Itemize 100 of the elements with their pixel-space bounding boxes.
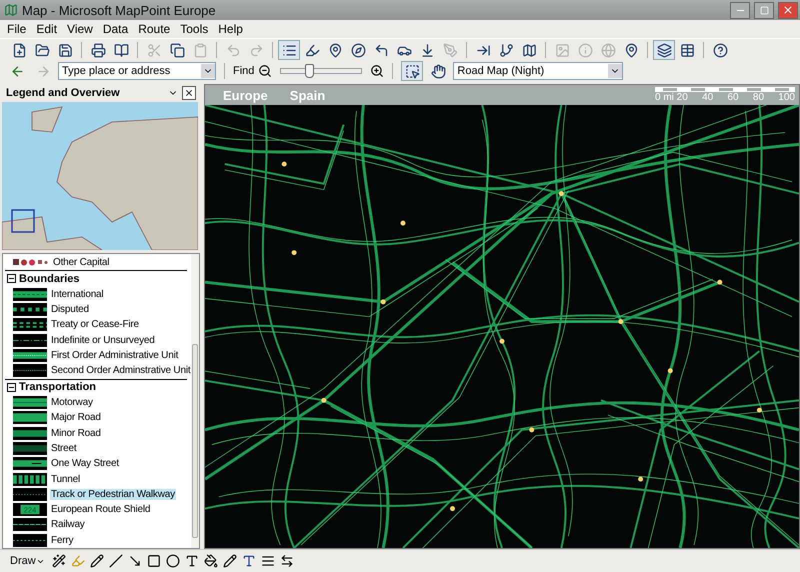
zoom-in-icon[interactable] (370, 64, 384, 78)
legend-item[interactable]: Street (50, 442, 78, 454)
fill-color-icon[interactable] (204, 554, 218, 568)
zoom-out-icon[interactable] (258, 64, 272, 78)
menu-item[interactable]: File (2, 22, 32, 36)
legend-item[interactable]: Minor Road (50, 428, 102, 439)
legend-item[interactable]: Track or Pedestrian Walkway (50, 488, 176, 500)
legend-item[interactable]: International (50, 288, 104, 300)
capital-symbols-icon (13, 258, 49, 268)
hand-icon (430, 64, 446, 78)
rectangle-icon[interactable] (146, 554, 161, 568)
legend-item[interactable]: Ferry (50, 534, 74, 546)
font-color-icon[interactable] (242, 554, 256, 568)
menu-item[interactable]: Help (213, 22, 248, 36)
panel-title[interactable]: Legend and Overview (6, 87, 164, 99)
map-pin-icon (624, 42, 638, 58)
line-icon[interactable] (108, 554, 123, 568)
legend-swatch (13, 396, 47, 409)
select-area-button[interactable] (401, 61, 424, 81)
toolbar-button[interactable] (653, 40, 675, 60)
legend-swatch (13, 534, 47, 547)
legend-item[interactable]: Motorway (50, 396, 94, 408)
legend-item[interactable]: Major Road (50, 412, 102, 424)
menu-item[interactable]: View (62, 22, 98, 36)
dropdown-button[interactable] (201, 64, 215, 78)
restore-icon (760, 6, 768, 14)
legend-item[interactable]: Treaty or Cease-Fire (50, 319, 140, 330)
legend-swatch (13, 472, 47, 486)
legend-item[interactable]: Railway (50, 519, 86, 530)
road-map-drawing[interactable] (205, 105, 799, 548)
menu-item[interactable]: Route (133, 22, 176, 36)
legend-item[interactable]: One Way Street (50, 458, 120, 470)
arrow-style-icon[interactable] (280, 554, 294, 568)
select-objects-icon[interactable] (52, 554, 66, 568)
address-field[interactable]: Type place or address (58, 62, 216, 80)
close-icon (782, 4, 794, 16)
collapse-icon[interactable] (7, 382, 16, 392)
oval-icon[interactable] (166, 554, 180, 568)
help-icon (712, 42, 728, 58)
freeform-icon[interactable] (90, 554, 104, 568)
legend-group-title[interactable]: Boundaries (19, 272, 80, 285)
draw-menu-button[interactable]: Draw (8, 555, 47, 567)
compass-icon (350, 42, 366, 58)
collapse-icon[interactable] (7, 274, 16, 284)
turn-arrow-icon (374, 42, 388, 58)
legend-swatch (13, 303, 47, 316)
scrollbar[interactable] (191, 254, 199, 548)
map-icon (522, 42, 536, 58)
pen-icon (442, 42, 458, 58)
legend-swatch (13, 288, 47, 301)
legend-item[interactable]: First Order Administrative Unit (50, 350, 180, 362)
minimize-button[interactable] (730, 2, 750, 18)
legend-swatch (13, 442, 47, 455)
table-icon (680, 42, 694, 58)
printer-icon (90, 42, 106, 58)
clipboard-icon (192, 42, 208, 58)
select-area-icon (404, 64, 420, 78)
scale-label: 0 mi 20 (655, 92, 688, 103)
map-pin-icon (328, 42, 342, 58)
insert-arrow-icon (476, 42, 490, 58)
legend-item[interactable]: Disputed (50, 304, 90, 316)
menu-item[interactable]: Tools (175, 22, 214, 36)
find-label: Find (233, 65, 254, 77)
legend-item[interactable]: European Route Shield (50, 504, 152, 516)
app-icon (4, 3, 18, 17)
scrollbar-thumb[interactable] (192, 344, 198, 538)
menu-item[interactable]: Edit (31, 22, 62, 36)
legend-swatch (13, 426, 47, 440)
zoom-slider-thumb[interactable] (305, 64, 314, 78)
line-style-icon[interactable] (260, 554, 275, 568)
text-box-icon[interactable] (184, 554, 199, 568)
menu-item[interactable]: Data (98, 22, 134, 36)
image-icon (554, 42, 570, 58)
info-icon (578, 42, 592, 58)
legend-swatch (13, 349, 47, 362)
scale-label: 40 (702, 92, 714, 103)
copy-icon (170, 42, 184, 58)
legend-item[interactable]: Other Capital (52, 257, 110, 268)
redo-icon (248, 42, 264, 58)
close-button[interactable] (182, 86, 196, 100)
window-title: Map - Microsoft MapPoint Europe (22, 2, 217, 18)
scale-label: 100 (778, 92, 795, 103)
scale-label: 60 (727, 92, 739, 103)
scale-label: 80 (752, 92, 764, 103)
list-icon (282, 42, 296, 58)
legend-item[interactable]: Indefinite or Unsurveyed (50, 334, 156, 346)
forward-arrow-icon (36, 64, 50, 78)
folder-icon (34, 42, 50, 58)
legend-swatch (13, 334, 47, 347)
line-color-icon[interactable] (222, 554, 237, 568)
map-style-dropdown[interactable]: Road Map (Night) (453, 62, 624, 80)
globe-icon (600, 42, 616, 58)
toolbar-button[interactable] (278, 40, 300, 60)
dropdown-button[interactable] (608, 64, 622, 78)
restore-button[interactable] (754, 2, 774, 18)
arrow-icon[interactable] (128, 554, 142, 568)
legend-item[interactable]: Second Order Adminstrative Unit (50, 365, 192, 376)
legend-group-title[interactable]: Transportation (19, 381, 96, 394)
legend-item[interactable]: Tunnel (50, 474, 82, 485)
undo-icon (226, 42, 240, 58)
